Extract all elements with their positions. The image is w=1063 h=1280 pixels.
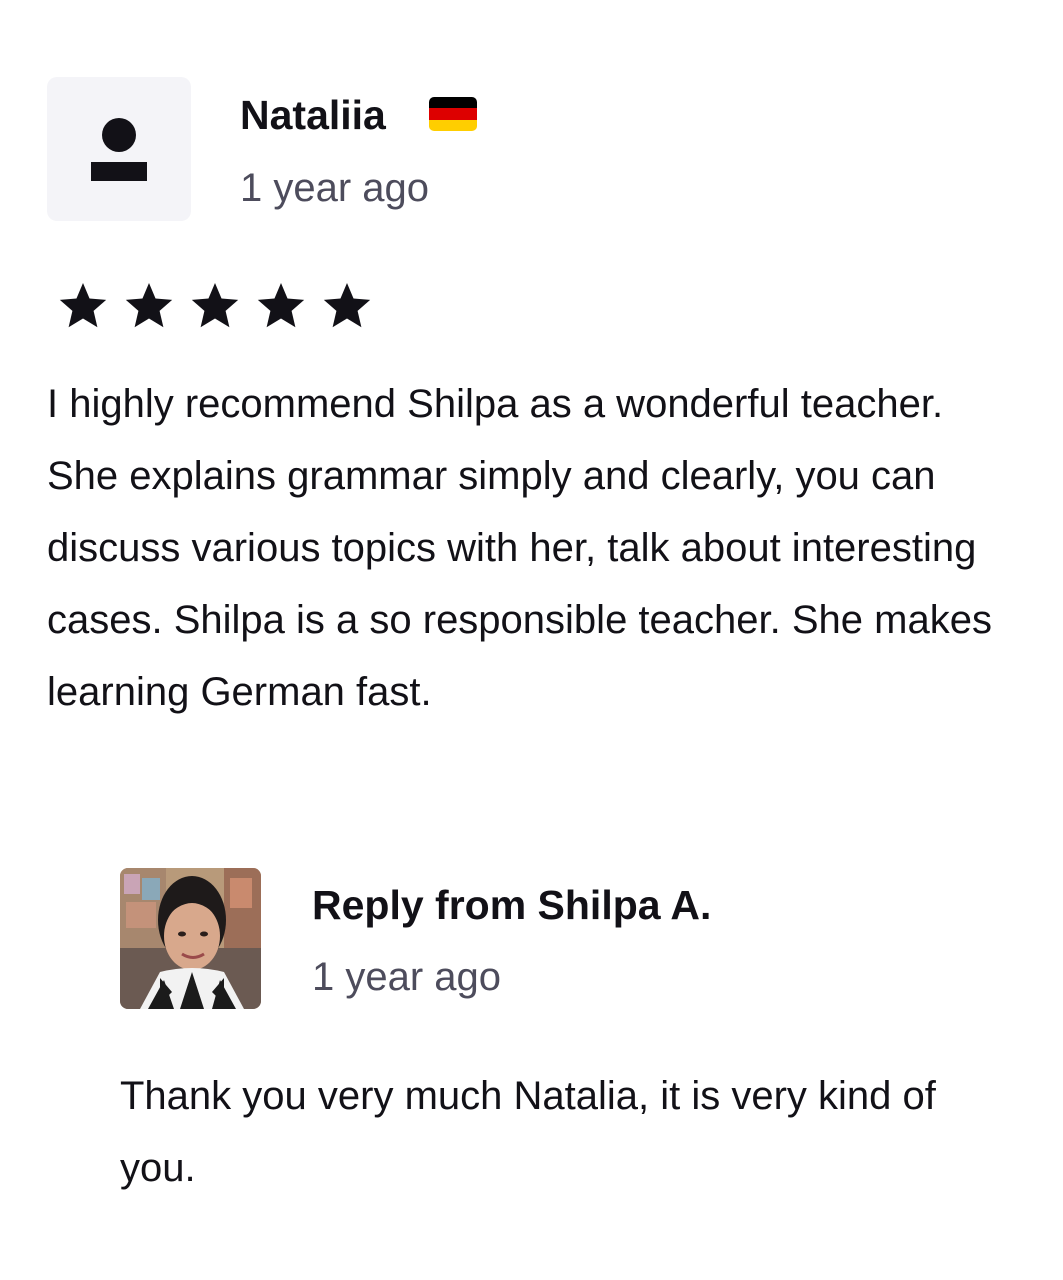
user-silhouette-icon — [102, 118, 136, 152]
star-icon — [56, 276, 122, 336]
user-silhouette-body-icon — [91, 162, 147, 181]
review-text: I highly recommend Shilpa as a wonderful… — [47, 382, 992, 714]
review-timestamp: 1 year ago — [240, 166, 430, 210]
reply-title: Reply from Shilpa A. — [312, 882, 712, 928]
review-card: Nataliia 1 year ago I highly recommend S… — [0, 0, 1063, 1280]
reply-text: Thank you very much Natalia, it is very … — [120, 1074, 936, 1190]
star-icon — [254, 276, 320, 336]
reply-timestamp: 1 year ago — [312, 955, 502, 999]
star-rating — [56, 276, 386, 336]
tutor-avatar — [120, 868, 261, 1009]
reviewer-name: Nataliia — [240, 92, 386, 138]
star-icon — [122, 276, 188, 336]
star-icon — [188, 276, 254, 336]
star-icon — [320, 276, 386, 336]
germany-flag-icon — [429, 97, 477, 131]
